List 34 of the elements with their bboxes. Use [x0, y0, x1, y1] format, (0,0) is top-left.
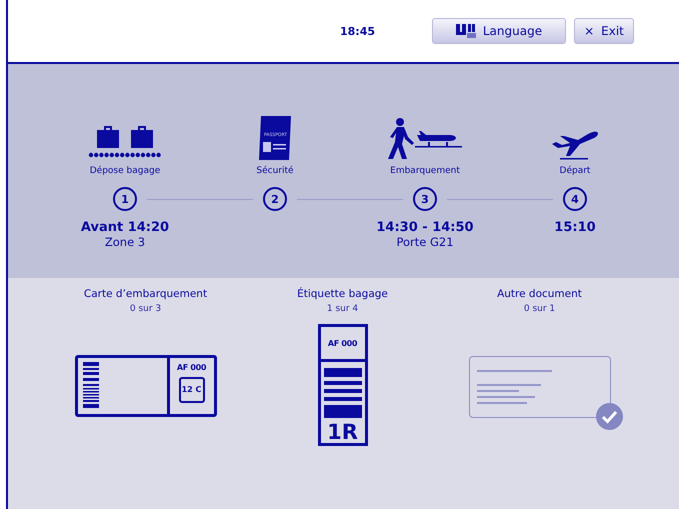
flight-number: AF 000	[328, 338, 358, 348]
departing-plane-icon	[550, 130, 600, 160]
walking-person-plane-icon	[388, 118, 462, 160]
step-label: Embarquement	[390, 166, 460, 178]
step-time: 14:30 - 14:50	[376, 220, 474, 235]
language-button[interactable]: Language	[432, 18, 566, 44]
step-number: 4	[563, 187, 587, 211]
document-count: 0 sur 1	[524, 304, 556, 314]
document-count: 1 sur 4	[326, 304, 358, 314]
clock-time: 18:45	[340, 24, 376, 38]
step-label: Dépose bagage	[90, 166, 160, 178]
step-location: Porte G21	[396, 235, 454, 249]
step-label: Sécurité	[256, 166, 294, 178]
text-lines-icon	[476, 370, 552, 404]
flight-number: AF 000	[176, 362, 206, 372]
document-title: Carte d’embarquement	[84, 288, 208, 300]
barcode-icon	[324, 368, 362, 418]
document-count: 0 sur 3	[130, 304, 162, 314]
seat-number: 12 C	[178, 376, 204, 402]
close-icon: ×	[584, 24, 594, 38]
luggage-icon	[88, 124, 162, 160]
step-location: Zone 3	[104, 235, 146, 249]
barcode-icon	[82, 362, 98, 410]
step-label: Départ	[560, 166, 590, 178]
tag-code: 1R	[327, 422, 358, 443]
exit-button[interactable]: × Exit	[574, 18, 634, 44]
step-number: 2	[263, 187, 287, 211]
step-time: 15:10	[554, 220, 596, 235]
document-title: Étiquette bagage	[297, 288, 388, 300]
step-number: 1	[113, 187, 137, 211]
flags-icon	[456, 24, 476, 38]
document-title: Autre document	[497, 288, 582, 300]
step-number: 3	[413, 187, 437, 211]
step-time: Avant 14:20	[80, 220, 170, 235]
